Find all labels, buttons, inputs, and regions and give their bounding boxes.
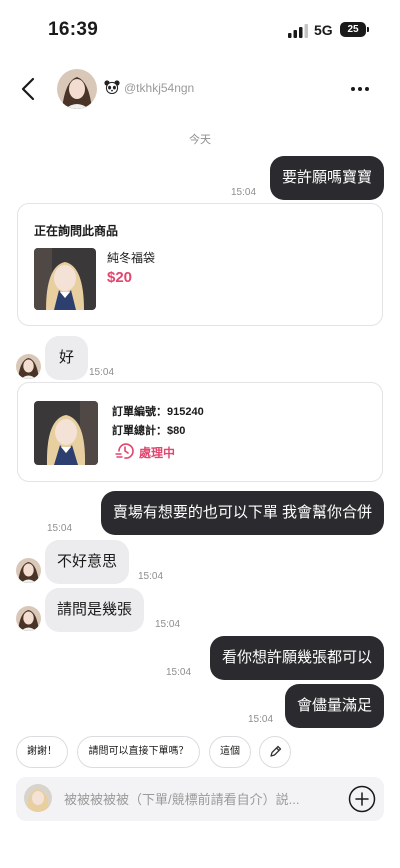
avatar[interactable] [16,354,41,379]
order-status-label: 處理中 [139,446,176,460]
product-image[interactable] [34,248,96,310]
message-bubble-incoming[interactable]: 請問是幾張 [45,588,145,632]
message-time: 15:04 [155,619,181,630]
status-bar: 16:39 5G 25 [0,0,400,54]
avatar[interactable] [16,606,41,631]
message-bubble-outgoing[interactable]: 賣場有想要的也可以下單 我會幫你合併 [100,491,384,535]
back-arrow-icon[interactable] [18,76,40,102]
product-price: $20 [107,269,133,286]
clock-icon [115,443,134,459]
quick-reply-thanks[interactable]: 謝謝！ [16,736,68,768]
more-icon[interactable] [348,79,372,99]
message-bubble-incoming[interactable]: 好 [45,336,89,380]
message-input[interactable] [64,785,324,813]
network-type: 5G [314,22,333,38]
avatar[interactable] [16,558,41,583]
message-bubble-incoming[interactable]: 不好意思 [45,540,130,584]
card-title: 正在詢問此商品 [34,224,119,238]
edit-quick-replies-button[interactable] [259,736,291,768]
header-username[interactable]: @tkhkj54ngn [124,81,194,95]
pencil-icon [270,745,282,757]
message-time: 15:04 [248,714,274,725]
battery-cap [367,27,369,32]
message-bubble-outgoing[interactable]: 看你想許願幾張都可以 [209,636,384,680]
order-number: 訂單編號：915240 [112,406,204,418]
order-image[interactable] [34,401,98,465]
message-time: 15:04 [231,187,257,198]
message-time: 15:04 [166,667,192,678]
order-card[interactable]: 訂單編號：915240 訂單總計：$80 處理中 [17,382,383,482]
quick-reply-can-order[interactable]: 請問可以直接下單嗎？ [77,736,200,768]
message-bubble-outgoing[interactable]: 會儘量滿足 [284,684,384,728]
panda-icon [104,80,120,94]
message-time: 15:04 [138,571,164,582]
message-time: 15:04 [89,367,115,378]
chat-header: @tkhkj54ngn [0,62,400,116]
message-time: 15:04 [47,523,73,534]
signal-icon [288,24,308,38]
status-time: 16:39 [48,19,99,40]
avatar[interactable] [57,69,97,109]
order-total: 訂單總計：$80 [112,425,186,437]
quick-reply-this-one[interactable]: 這個 [209,736,251,768]
plus-icon[interactable] [348,785,376,813]
product-inquiry-card[interactable]: 正在詢問此商品 純冬福袋 $20 [17,203,383,326]
message-composer [16,777,384,821]
product-name: 純冬福袋 [107,251,156,265]
battery-icon: 25 [340,22,366,37]
avatar [24,784,52,812]
date-divider: 今天 [189,134,211,146]
message-bubble-outgoing[interactable]: 要許願嗎寶寶 [269,156,384,200]
